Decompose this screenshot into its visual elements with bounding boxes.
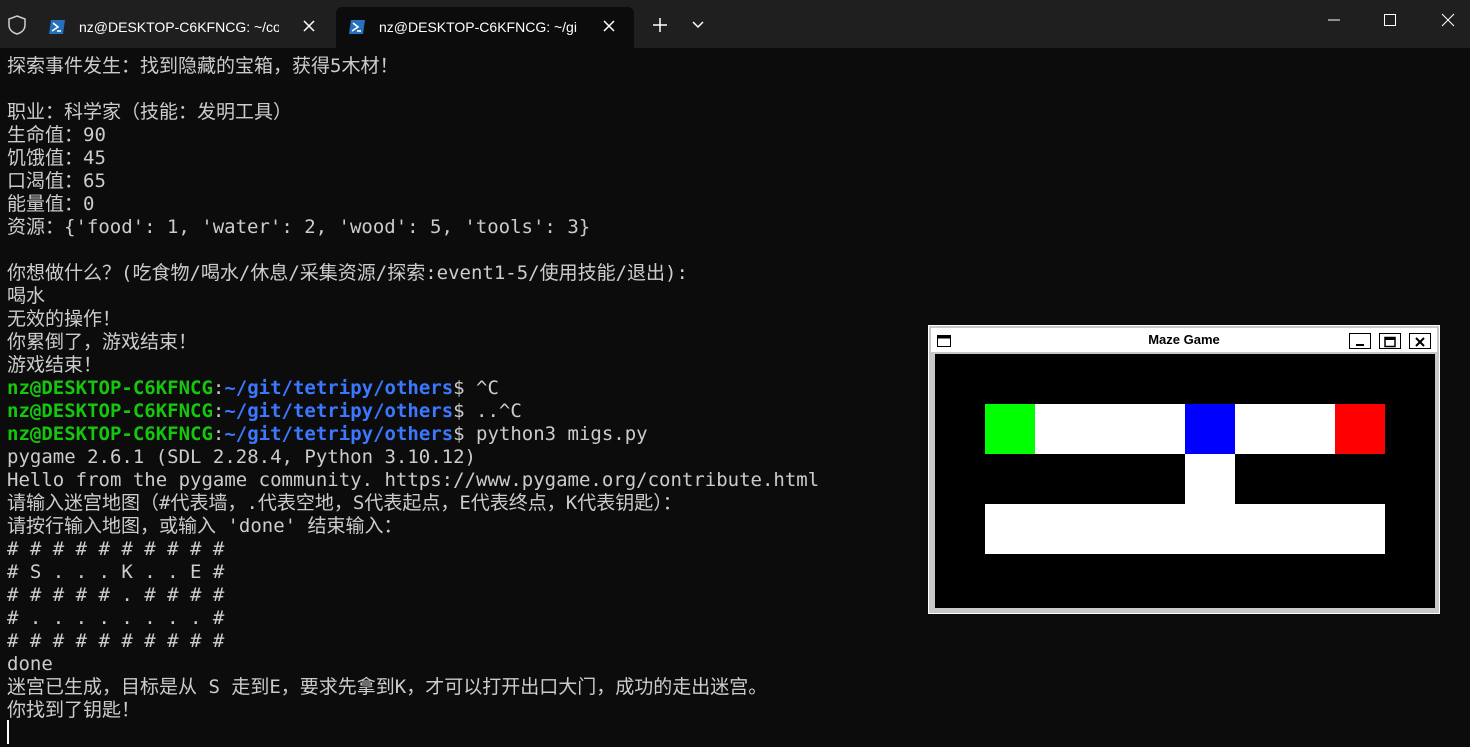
maze-path-cell [985,504,1035,554]
maze-path-cell [1185,454,1235,504]
prompt-line: nz@DESKTOP-C6KFNCG:~/git/tetripy/others$… [7,377,499,400]
output-line: 资源：{'food': 1, 'water': 2, 'wood': 5, 't… [7,216,591,238]
output-line: 喝水 [7,285,46,307]
prompt-symbol: $ [453,423,477,445]
output-line: # S . . . K . . E # [7,561,225,583]
output-line: 无效的操作！ [7,308,122,330]
maze-path-cell [1285,404,1335,454]
maze-path-cell [1085,504,1135,554]
shield-icon[interactable] [7,15,27,35]
output-line: 你找到了钥匙！ [7,699,141,721]
output-line: # # # # # # # # # # [7,538,225,560]
prompt-path: ~/git/tetripy/others [224,377,454,399]
tab-title: nz@DESKTOP-C6KFNCG: ~/cor [79,19,279,35]
output-line: 口渴值：65 [7,170,106,192]
maze-path-cell [1335,504,1385,554]
maze-minimize-button[interactable] [1349,333,1371,349]
close-icon[interactable] [600,17,618,35]
output-line: 游戏结束！ [7,354,103,376]
prompt-user: nz@DESKTOP-C6KFNCG [7,377,213,399]
prompt-command: ..^C [476,400,522,422]
prompt-symbol: $ [453,377,477,399]
minimize-icon [1328,19,1340,21]
minimize-button[interactable] [1305,0,1363,40]
output-line: 探索事件发生：找到隐藏的宝箱，获得5木材！ [7,55,399,77]
output-line: # # # # # . # # # # [7,584,225,606]
tab-inactive[interactable]: nz@DESKTOP-C6KFNCG: ~/cor [36,7,334,48]
maze-game-window[interactable]: Maze Game [928,325,1440,614]
prompt-symbol: $ [453,400,477,422]
output-line: # . . . . . . . . # [7,607,225,629]
prompt-sep: : [212,423,225,445]
output-line: 能量值：0 [7,193,95,215]
close-icon [1415,337,1425,347]
chevron-down-icon[interactable] [690,18,706,32]
output-line: pygame 2.6.1 (SDL 2.28.4, Python 3.10.12… [7,446,476,468]
powershell-icon [49,20,65,34]
output-line: Hello from the pygame community. https:/… [7,469,820,491]
maximize-button[interactable] [1361,0,1419,40]
output-line: 职业：科学家（技能：发明工具） [7,101,293,123]
prompt-user: nz@DESKTOP-C6KFNCG [7,423,213,445]
prompt-command: python3 migs.py [476,423,648,445]
output-line: # # # # # # # # # # [7,630,225,652]
close-icon[interactable] [300,17,318,35]
maze-close-button[interactable] [1409,333,1431,349]
output-line: 迷宫已生成，目标是从 S 走到E，要求先拿到K，才可以打开出口大门，成功的走出迷… [7,676,768,698]
maze-canvas[interactable] [935,354,1435,608]
maze-path-cell [1235,404,1285,454]
maze-window-titlebar[interactable]: Maze Game [931,328,1437,352]
maze-start-cell [985,404,1035,454]
output-line: done [7,653,53,675]
prompt-line: nz@DESKTOP-C6KFNCG:~/git/tetripy/others$… [7,400,522,423]
maze-path-cell [1035,504,1085,554]
close-button[interactable] [1419,0,1470,40]
maze-path-cell [1135,404,1185,454]
tab-active[interactable]: nz@DESKTOP-C6KFNCG: ~/gi [336,7,634,48]
prompt-path: ~/git/tetripy/others [224,400,454,422]
output-line: 请按行输入地图，或输入 'done' 结束输入： [7,515,403,537]
maze-exit-cell [1335,404,1385,454]
output-line: 生命值：90 [7,124,106,146]
maze-path-cell [1185,504,1235,554]
tab-title: nz@DESKTOP-C6KFNCG: ~/gi [379,19,577,35]
title-bar: nz@DESKTOP-C6KFNCG: ~/cor nz@DESKTOP-C6K… [0,0,1470,48]
maze-maximize-button[interactable] [1379,333,1401,349]
minimize-icon [1356,344,1364,346]
maze-path-cell [1035,404,1085,454]
output-line: 饥饿值：45 [7,147,106,169]
close-icon [1441,13,1455,27]
prompt-sep: : [212,400,225,422]
plus-icon[interactable] [650,15,670,35]
text-cursor [7,720,9,744]
prompt-line: nz@DESKTOP-C6KFNCG:~/git/tetripy/others$… [7,423,648,446]
maximize-icon [1384,14,1396,26]
maze-path-cell [1135,504,1185,554]
maze-path-cell [1285,504,1335,554]
prompt-path: ~/git/tetripy/others [224,423,454,445]
output-line: 你累倒了，游戏结束！ [7,331,198,353]
output-line: 你想做什么？(吃食物/喝水/休息/采集资源/探索:event1-5/使用技能/退… [7,262,688,284]
prompt-sep: : [212,377,225,399]
prompt-command: ^C [476,377,499,399]
prompt-user: nz@DESKTOP-C6KFNCG [7,400,213,422]
maze-path-cell [1085,404,1135,454]
powershell-icon [349,20,365,34]
maze-key-cell [1185,404,1235,454]
maze-path-cell [1235,504,1285,554]
maximize-icon [1384,336,1396,348]
output-line: 请输入迷宫地图（#代表墙，.代表空地，S代表起点，E代表终点，K代表钥匙）： [7,492,682,514]
